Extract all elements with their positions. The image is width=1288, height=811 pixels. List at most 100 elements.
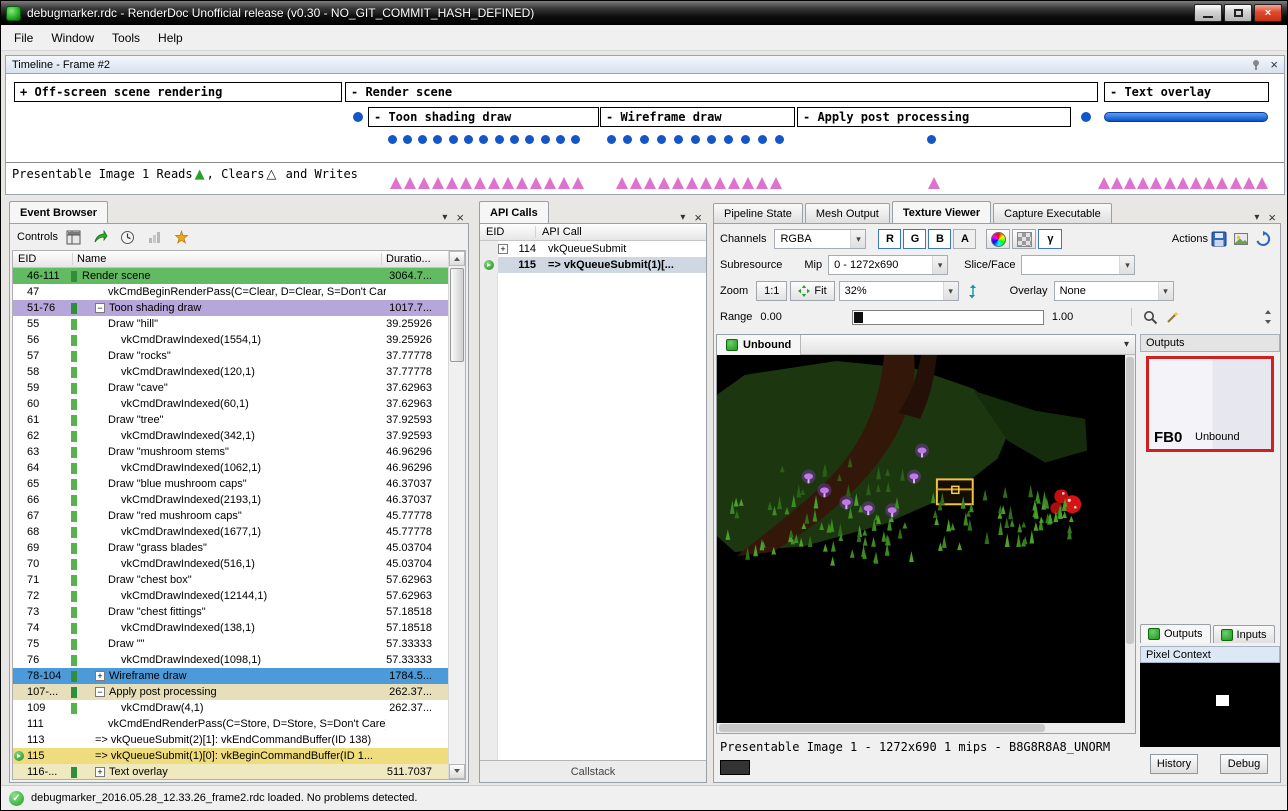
title-bar[interactable]: debugmarker.rdc - RenderDoc Unofficial r… <box>1 1 1287 25</box>
event-row[interactable]: 76vkCmdDrawIndexed(1098,1)57.33333 <box>13 652 448 668</box>
event-row[interactable]: 111vkCmdEndRenderPass(C=Store, D=Store, … <box>13 716 448 732</box>
texture-vscrollbar[interactable] <box>1125 355 1135 723</box>
event-row[interactable]: 107-...−Apply post processing262.37... <box>13 684 448 700</box>
tab-outputs[interactable]: Outputs <box>1140 624 1211 643</box>
draw-dot[interactable] <box>691 135 700 144</box>
event-row[interactable]: 62vkCmdDrawIndexed(342,1)37.92593 <box>13 428 448 444</box>
event-row[interactable]: 68vkCmdDrawIndexed(1677,1)45.77778 <box>13 524 448 540</box>
draw-dot[interactable] <box>525 135 534 144</box>
timeline-marker-text-overlay[interactable]: - Text overlay <box>1104 82 1269 102</box>
close-panel-icon[interactable]: × <box>456 213 464 223</box>
event-row[interactable]: 51-76−Toon shading draw1017.7... <box>13 300 448 316</box>
refresh-button[interactable] <box>1252 228 1274 250</box>
draw-dot[interactable] <box>418 135 427 144</box>
timeline-marker-wireframe[interactable]: - Wireframe draw <box>600 107 795 127</box>
timeline-marker-post[interactable]: - Apply post processing <box>797 107 1071 127</box>
draw-dot[interactable] <box>464 135 473 144</box>
expand-icon[interactable]: + <box>95 767 105 777</box>
expand-icon[interactable]: + <box>498 244 508 254</box>
event-row[interactable]: 63Draw "mushroom stems"46.96296 <box>13 444 448 460</box>
tab-api-calls[interactable]: API Calls <box>479 201 549 223</box>
find-event-button[interactable] <box>63 226 85 248</box>
range-options-button[interactable] <box>1261 308 1274 326</box>
event-row[interactable]: 78-104+Wireframe draw1784.5... <box>13 668 448 684</box>
slice-face-select[interactable]: ▾ <box>1021 255 1135 275</box>
event-row[interactable]: 59Draw "cave"37.62963 <box>13 380 448 396</box>
tab-capture-executable[interactable]: Capture Executable <box>993 203 1112 223</box>
column-eid[interactable]: EID <box>480 226 536 238</box>
column-duration[interactable]: Duratio... <box>382 253 448 265</box>
event-row[interactable]: 70vkCmdDrawIndexed(516,1)45.03704 <box>13 556 448 572</box>
draw-dot[interactable] <box>403 135 412 144</box>
dock-menu-icon[interactable]: ▾ <box>680 212 685 223</box>
zoom-select[interactable]: 32% ▾ <box>839 281 959 301</box>
draw-dot[interactable] <box>388 135 397 144</box>
api-call-row[interactable]: 115=> vkQueueSubmit(1)[... <box>480 257 706 273</box>
zoom-1to1-button[interactable]: 1:1 <box>756 281 787 301</box>
menu-item-help[interactable]: Help <box>149 27 192 49</box>
event-row[interactable]: 72vkCmdDrawIndexed(12144,1)57.62963 <box>13 588 448 604</box>
draw-dot[interactable] <box>607 135 616 144</box>
event-row[interactable]: 60vkCmdDrawIndexed(60,1)37.62963 <box>13 396 448 412</box>
event-table-header[interactable]: EID Name Duratio... <box>13 251 448 268</box>
pin-icon[interactable] <box>1250 59 1262 71</box>
draw-dot[interactable] <box>724 135 733 144</box>
color-wheel-button[interactable] <box>986 229 1010 249</box>
event-row[interactable]: 64vkCmdDrawIndexed(1062,1)46.96296 <box>13 460 448 476</box>
fit-button[interactable]: Fit <box>790 281 834 301</box>
overlay-select[interactable]: None ▾ <box>1054 281 1174 301</box>
range-slider[interactable] <box>852 310 1044 325</box>
texture-hscrollbar[interactable] <box>717 723 1125 733</box>
event-row[interactable]: 74vkCmdDrawIndexed(138,1)57.18518 <box>13 620 448 636</box>
scroll-up-icon[interactable] <box>449 251 465 266</box>
draw-dot[interactable] <box>541 135 550 144</box>
draw-dot[interactable] <box>775 135 784 144</box>
maximize-button[interactable] <box>1224 4 1252 22</box>
autofit-wand-button[interactable] <box>1161 306 1183 328</box>
pixel-context-view[interactable] <box>1140 663 1280 747</box>
channel-b-button[interactable]: B <box>928 229 951 249</box>
stats-button[interactable] <box>144 226 166 248</box>
close-panel-icon[interactable]: × <box>1270 60 1278 70</box>
draw-dot[interactable] <box>495 135 504 144</box>
tab-event-browser[interactable]: Event Browser <box>9 201 108 223</box>
history-button[interactable]: History <box>1150 754 1198 774</box>
time-draws-button[interactable] <box>117 226 139 248</box>
dock-menu-icon[interactable]: ▾ <box>442 212 447 223</box>
close-panel-icon[interactable]: × <box>1268 213 1276 223</box>
tab-pipeline-state[interactable]: Pipeline State <box>713 203 803 223</box>
event-row[interactable]: 69Draw "grass blades"45.03704 <box>13 540 448 556</box>
draw-dot[interactable] <box>758 135 767 144</box>
event-row[interactable]: 57Draw "rocks"37.77778 <box>13 348 448 364</box>
export-image-button[interactable] <box>1230 228 1252 250</box>
timeline-marker-offscreen[interactable]: + Off-screen scene rendering <box>14 82 342 102</box>
draw-dot[interactable] <box>741 135 750 144</box>
range-slider-thumb[interactable] <box>854 312 863 323</box>
alpha-checker-button[interactable] <box>1012 229 1036 249</box>
goto-eid-button[interactable] <box>90 226 112 248</box>
draw-dot[interactable] <box>927 135 936 144</box>
event-row[interactable]: 116-...+Text overlay511.7037 <box>13 764 448 779</box>
channel-g-button[interactable]: G <box>903 229 926 249</box>
fb0-thumbnail[interactable]: FB0 Unbound <box>1146 356 1274 452</box>
debug-button[interactable]: Debug <box>1220 754 1268 774</box>
menu-item-file[interactable]: File <box>5 27 42 49</box>
expand-icon[interactable]: + <box>95 671 105 681</box>
draw-dot[interactable] <box>674 135 683 144</box>
column-eid[interactable]: EID <box>13 253 73 265</box>
draw-dot[interactable] <box>1081 112 1091 122</box>
draw-dot[interactable] <box>510 135 519 144</box>
event-row[interactable]: 61Draw "tree"37.92593 <box>13 412 448 428</box>
draw-dot[interactable] <box>433 135 442 144</box>
timeline-text-overlay-draws[interactable] <box>1104 112 1268 122</box>
draw-dot[interactable] <box>707 135 716 144</box>
api-call-row[interactable]: +114vkQueueSubmit <box>480 241 706 257</box>
event-row[interactable]: 71Draw "chest box"57.62963 <box>13 572 448 588</box>
event-row[interactable]: 75Draw ""57.33333 <box>13 636 448 652</box>
menu-item-tools[interactable]: Tools <box>103 27 149 49</box>
callstack-bar[interactable]: Callstack <box>480 760 706 782</box>
api-table-header[interactable]: EID API Call <box>480 224 706 241</box>
draw-dot[interactable] <box>623 135 632 144</box>
timeline-marker-render-scene[interactable]: - Render scene <box>345 82 1098 102</box>
flip-y-button[interactable] <box>962 280 984 302</box>
